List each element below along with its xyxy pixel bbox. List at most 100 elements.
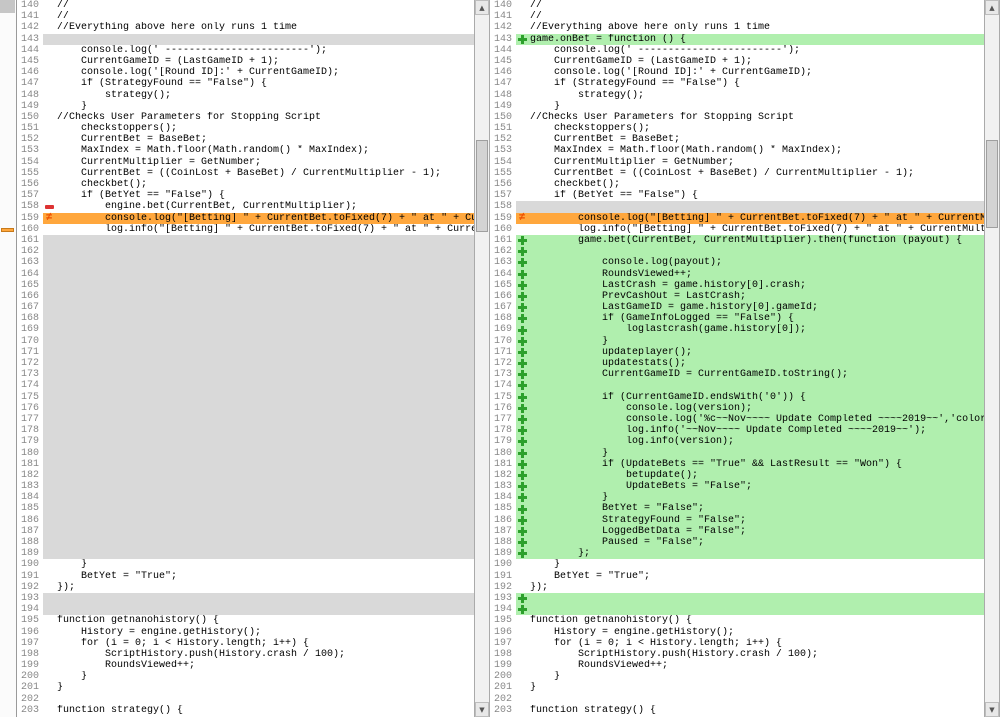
- code-line[interactable]: if (GameInfoLogged == "False") {: [528, 313, 984, 324]
- code-line[interactable]: if (CurrentGameID.endsWith('0')) {: [528, 392, 984, 403]
- location-pane[interactable]: [0, 0, 17, 717]
- code-line[interactable]: [55, 436, 474, 447]
- code-line[interactable]: [55, 459, 474, 470]
- code-line[interactable]: [55, 548, 474, 559]
- code-line[interactable]: PrevCashOut = LastCrash;: [528, 291, 984, 302]
- code-line[interactable]: [528, 694, 984, 705]
- left-vertical-scrollbar[interactable]: ▲ ▼: [474, 0, 490, 717]
- code-line[interactable]: log.info(version);: [528, 436, 984, 447]
- code-line[interactable]: [55, 257, 474, 268]
- code-line[interactable]: [528, 201, 984, 212]
- code-line[interactable]: [55, 369, 474, 380]
- code-line[interactable]: ScriptHistory.push(History.crash / 100);: [528, 649, 984, 660]
- code-line[interactable]: MaxIndex = Math.floor(Math.random() * Ma…: [55, 145, 474, 156]
- code-line[interactable]: }: [528, 492, 984, 503]
- code-line[interactable]: log.info('~~Nov~~~~ Update Completed ~~~…: [528, 425, 984, 436]
- code-line[interactable]: History = engine.getHistory();: [528, 627, 984, 638]
- code-line[interactable]: console.log('%c~~Nov~~~~ Update Complete…: [528, 414, 984, 425]
- code-line[interactable]: betupdate();: [528, 470, 984, 481]
- code-line[interactable]: }: [55, 559, 474, 570]
- code-line[interactable]: loglastcrash(game.history[0]);: [528, 324, 984, 335]
- code-line[interactable]: //: [528, 0, 984, 11]
- left-scrollbar-thumb[interactable]: [476, 140, 488, 232]
- code-line[interactable]: //: [55, 11, 474, 22]
- code-line[interactable]: updatestats();: [528, 358, 984, 369]
- scroll-down-icon[interactable]: ▼: [475, 702, 489, 717]
- code-line[interactable]: RoundsViewed++;: [55, 660, 474, 671]
- code-line[interactable]: BetYet = "True";: [528, 571, 984, 582]
- scroll-down-icon[interactable]: ▼: [985, 702, 999, 717]
- code-line[interactable]: [55, 403, 474, 414]
- code-line[interactable]: //Everything above here only runs 1 time: [55, 22, 474, 33]
- code-line[interactable]: [55, 336, 474, 347]
- code-line[interactable]: [55, 414, 474, 425]
- code-line[interactable]: [55, 235, 474, 246]
- code-line[interactable]: CurrentGameID = CurrentGameID.toString()…: [528, 369, 984, 380]
- code-line[interactable]: log.info("[Betting] " + CurrentBet.toFix…: [55, 224, 474, 235]
- code-line[interactable]: History = engine.getHistory();: [55, 627, 474, 638]
- code-line[interactable]: console.log('[Round ID]:' + CurrentGameI…: [55, 67, 474, 78]
- code-line[interactable]: [55, 269, 474, 280]
- code-line[interactable]: BetYet = "True";: [55, 571, 474, 582]
- code-line[interactable]: }: [528, 336, 984, 347]
- code-line[interactable]: checkstoppers();: [55, 123, 474, 134]
- code-line[interactable]: function strategy() {: [55, 705, 474, 716]
- code-line[interactable]: function getnanohistory() {: [528, 615, 984, 626]
- code-line[interactable]: if (BetYet == "False") {: [55, 190, 474, 201]
- code-line[interactable]: CurrentMultiplier = GetNumber;: [55, 157, 474, 168]
- code-line[interactable]: [55, 503, 474, 514]
- code-line[interactable]: //: [528, 11, 984, 22]
- code-line[interactable]: strategy();: [55, 90, 474, 101]
- code-line[interactable]: function strategy() {: [528, 705, 984, 716]
- code-line[interactable]: }: [528, 448, 984, 459]
- code-line[interactable]: [55, 481, 474, 492]
- code-line[interactable]: CurrentBet = ((CoinLost + BaseBet) / Cur…: [528, 168, 984, 179]
- code-line[interactable]: //Checks User Parameters for Stopping Sc…: [528, 112, 984, 123]
- code-line[interactable]: [55, 593, 474, 604]
- scroll-up-icon[interactable]: ▲: [985, 0, 999, 15]
- code-line[interactable]: [55, 358, 474, 369]
- code-line[interactable]: }: [55, 671, 474, 682]
- code-line[interactable]: [55, 694, 474, 705]
- code-line[interactable]: });: [55, 582, 474, 593]
- code-line[interactable]: for (i = 0; i < History.length; i++) {: [528, 638, 984, 649]
- code-line[interactable]: [55, 537, 474, 548]
- code-line[interactable]: }: [55, 101, 474, 112]
- code-line[interactable]: for (i = 0; i < History.length; i++) {: [55, 638, 474, 649]
- code-line[interactable]: CurrentGameID = (LastGameID + 1);: [528, 56, 984, 67]
- code-line[interactable]: [55, 302, 474, 313]
- code-line[interactable]: if (StrategyFound == "False") {: [55, 78, 474, 89]
- code-line[interactable]: RoundsViewed++;: [528, 660, 984, 671]
- code-line[interactable]: strategy();: [528, 90, 984, 101]
- code-line[interactable]: };: [528, 548, 984, 559]
- code-line[interactable]: game.bet(CurrentBet, CurrentMultiplier).…: [528, 235, 984, 246]
- code-line[interactable]: console.log('[Round ID]:' + CurrentGameI…: [528, 67, 984, 78]
- right-scrollbar-thumb[interactable]: [986, 140, 998, 228]
- code-line[interactable]: [55, 246, 474, 257]
- code-line[interactable]: log.info("[Betting] " + CurrentBet.toFix…: [528, 224, 984, 235]
- code-line[interactable]: [528, 246, 984, 257]
- code-line[interactable]: if (StrategyFound == "False") {: [528, 78, 984, 89]
- code-line[interactable]: checkstoppers();: [528, 123, 984, 134]
- code-line[interactable]: console.log(version);: [528, 403, 984, 414]
- code-line[interactable]: }: [528, 101, 984, 112]
- code-line[interactable]: updateplayer();: [528, 347, 984, 358]
- code-line[interactable]: [55, 515, 474, 526]
- code-line[interactable]: [55, 425, 474, 436]
- code-line[interactable]: CurrentMultiplier = GetNumber;: [528, 157, 984, 168]
- code-line[interactable]: CurrentBet = BaseBet;: [55, 134, 474, 145]
- code-line[interactable]: //Everything above here only runs 1 time: [528, 22, 984, 33]
- code-line[interactable]: [528, 593, 984, 604]
- code-line[interactable]: console.log("[Betting] " + CurrentBet.to…: [55, 213, 474, 224]
- code-line[interactable]: [55, 604, 474, 615]
- code-line[interactable]: console.log(' ------------------------')…: [528, 45, 984, 56]
- code-line[interactable]: if (BetYet == "False") {: [528, 190, 984, 201]
- code-line[interactable]: StrategyFound = "False";: [528, 515, 984, 526]
- code-line[interactable]: [55, 280, 474, 291]
- code-line[interactable]: }: [528, 671, 984, 682]
- code-line[interactable]: BetYet = "False";: [528, 503, 984, 514]
- code-line[interactable]: console.log(' ------------------------')…: [55, 45, 474, 56]
- scroll-up-icon[interactable]: ▲: [475, 0, 489, 15]
- code-line[interactable]: if (UpdateBets == "True" && LastResult =…: [528, 459, 984, 470]
- code-line[interactable]: [55, 347, 474, 358]
